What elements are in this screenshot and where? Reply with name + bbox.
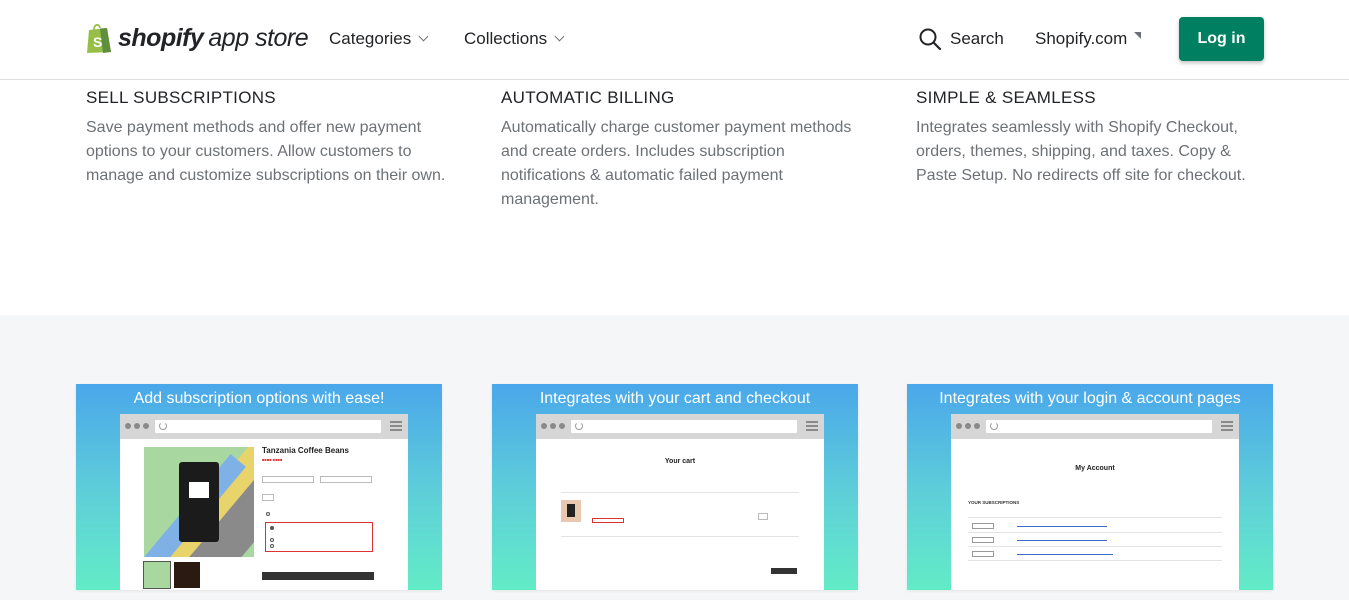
screenshot-gallery: Add subscription options with ease! Tanz…: [0, 315, 1349, 600]
site-header: S shopify app store Categories Collection…: [0, 0, 1349, 80]
menu-icon: [1221, 421, 1233, 432]
subscription-options-highlight: [265, 522, 373, 552]
screenshot-card-subscription-options[interactable]: Add subscription options with ease! Tanz…: [76, 384, 442, 590]
nav-collections-label: Collections: [464, 29, 548, 48]
table-divider: [561, 492, 799, 493]
reload-icon: [159, 422, 167, 430]
add-subscription-button: [262, 572, 374, 580]
coffee-bag-icon: [179, 462, 219, 542]
browser-toolbar: [536, 414, 824, 439]
browser-toolbar: [951, 414, 1239, 439]
logo-brand-text: shopify: [118, 23, 204, 52]
svg-text:S: S: [93, 34, 102, 50]
feature-simple-seamless: SIMPLE & SEAMLESS Integrates seamlessly …: [916, 88, 1276, 188]
search-icon: [919, 28, 942, 51]
radio-icon: [266, 512, 270, 516]
url-bar: [155, 420, 381, 433]
quantity-field: [758, 513, 768, 520]
screenshot-card-login-account[interactable]: Integrates with your login & account pag…: [907, 384, 1273, 590]
nav-collections[interactable]: Collections: [464, 28, 565, 50]
size-select: [262, 476, 314, 483]
product-price: ■■■■ ■■■■: [262, 457, 283, 462]
radio-icon: [270, 538, 274, 542]
menu-icon: [390, 421, 402, 432]
shopify-com-label: Shopify.com: [1035, 29, 1128, 48]
login-button[interactable]: Log in: [1179, 17, 1264, 61]
screenshot-caption: Integrates with your cart and checkout: [539, 390, 811, 407]
external-link-icon: [1134, 32, 1142, 39]
url-bar: [571, 420, 797, 433]
browser-mockup: Tanzania Coffee Beans ■■■■ ■■■■: [120, 414, 408, 590]
reload-icon: [575, 422, 583, 430]
screenshot-caption: Add subscription options with ease!: [133, 390, 385, 407]
screenshot-caption: Integrates with your login & account pag…: [939, 390, 1241, 407]
search-button[interactable]: Search: [918, 27, 1004, 51]
browser-mockup: Your cart: [536, 414, 824, 590]
feature-sell-subscriptions: SELL SUBSCRIPTIONS Save payment methods …: [86, 88, 446, 188]
product-link: [1017, 554, 1113, 555]
table-divider: [968, 560, 1222, 561]
chevron-down-icon: [418, 31, 429, 42]
shopify-app-store-logo[interactable]: S shopify app store: [86, 20, 309, 56]
product-link: [1017, 526, 1107, 527]
table-divider: [968, 517, 1222, 518]
menu-icon: [806, 421, 818, 432]
radio-icon: [270, 526, 274, 530]
feature-automatic-billing: AUTOMATIC BILLING Automatically charge c…: [501, 88, 861, 212]
nav-categories-label: Categories: [329, 29, 412, 48]
product-image: [144, 447, 254, 557]
feature-text: Automatically charge customer payment me…: [501, 119, 852, 208]
cart-title: Your cart: [664, 458, 696, 465]
nav-categories[interactable]: Categories: [329, 28, 429, 50]
grind-select: [320, 476, 372, 483]
subscription-label-highlight: [592, 518, 624, 523]
radio-icon: [270, 544, 274, 548]
feature-title: SIMPLE & SEAMLESS: [916, 88, 1096, 107]
shopify-com-link[interactable]: Shopify.com: [1035, 29, 1142, 49]
subscriptions-heading: YOUR SUBSCRIPTIONS: [968, 500, 1020, 505]
browser-toolbar: [120, 414, 408, 439]
table-divider: [968, 546, 1222, 547]
shopify-bag-icon: S: [87, 23, 111, 53]
screenshot-card-cart-checkout[interactable]: Integrates with your cart and checkout Y…: [492, 384, 858, 590]
table-divider: [561, 536, 799, 537]
feature-text: Save payment methods and offer new payme…: [86, 119, 446, 184]
product-thumbnails: [143, 561, 200, 589]
feature-title: SELL SUBSCRIPTIONS: [86, 88, 276, 107]
subscription-id: [972, 551, 994, 557]
account-title: My Account: [1075, 465, 1115, 472]
window-dots-icon: [541, 423, 565, 429]
product-link: [1017, 540, 1107, 541]
checkout-button: [771, 568, 797, 574]
browser-mockup: My Account YOUR SUBSCRIPTIONS: [951, 414, 1239, 590]
product-title: Tanzania Coffee Beans: [262, 446, 349, 455]
subscription-id: [972, 523, 994, 529]
feature-text: Integrates seamlessly with Shopify Check…: [916, 119, 1246, 184]
chevron-down-icon: [554, 31, 565, 42]
url-bar: [986, 420, 1212, 433]
reload-icon: [990, 422, 998, 430]
logo-sub-text: app store: [208, 23, 309, 52]
window-dots-icon: [956, 423, 980, 429]
quantity-field: [262, 494, 274, 501]
window-dots-icon: [125, 423, 149, 429]
search-label: Search: [950, 29, 1004, 48]
feature-title: AUTOMATIC BILLING: [501, 88, 675, 107]
subscription-id: [972, 537, 994, 543]
cart-item-image: [561, 500, 581, 522]
table-divider: [968, 532, 1222, 533]
